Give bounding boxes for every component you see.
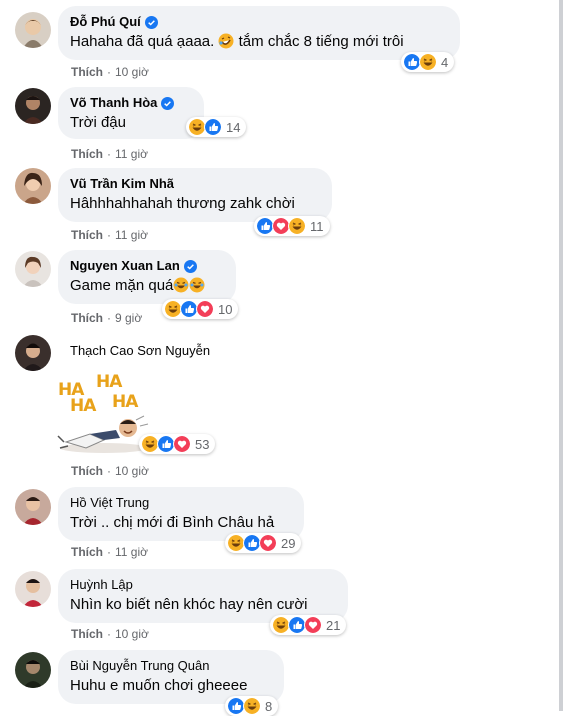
avatar[interactable] [15, 168, 51, 204]
haha-reaction-icon [288, 217, 306, 235]
reaction-summary[interactable]: 4 [401, 52, 455, 72]
verified-badge-icon [144, 15, 158, 29]
author-name[interactable]: Thạch Cao Sơn Nguyễn [70, 343, 210, 359]
love-reaction-icon [259, 534, 277, 552]
laughing-man-sticker-icon [57, 415, 149, 453]
comment-bubble: Nguyen Xuan Lan Game mặn quá [58, 250, 236, 304]
timestamp[interactable]: 11 giờ [115, 228, 148, 242]
comment-text: Game mặn quá [70, 277, 174, 294]
laughing-emoji-icon [173, 277, 189, 293]
comment-text: Trời .. chị mới đi Bình Châu hả [70, 514, 275, 531]
author-name[interactable]: Bùi Nguyễn Trung Quân [70, 658, 209, 674]
like-reaction-icon [204, 118, 222, 136]
reaction-count: 8 [265, 698, 273, 714]
author-name[interactable]: Võ Thanh Hòa [70, 95, 157, 111]
comment-meta: Thích · 10 giờ [71, 464, 149, 478]
reaction-count: 21 [326, 617, 341, 633]
comment-text: Hâhhhahhahah thương zahk chời [70, 195, 295, 212]
comment-text: Huhu e muốn chơi gheeee [70, 677, 248, 694]
avatar[interactable] [15, 88, 51, 124]
timestamp[interactable]: 9 giờ [115, 311, 142, 325]
scrollbar-track[interactable] [559, 0, 563, 711]
verified-badge-icon [183, 259, 197, 273]
comment-text: Trời đậu [70, 114, 126, 131]
comment-bubble: Võ Thanh Hòa Trời đậu [58, 87, 204, 139]
reaction-count: 11 [310, 218, 324, 234]
author-name[interactable]: Vũ Trần Kim Nhã [70, 176, 174, 192]
comment-bubble: Vũ Trần Kim Nhã Hâhhhahhahah thương zahk… [58, 168, 332, 222]
reaction-summary[interactable]: 14 [186, 117, 247, 137]
like-link[interactable]: Thích [71, 464, 103, 478]
reaction-count: 29 [281, 535, 296, 551]
reaction-summary[interactable]: 53 [139, 434, 216, 454]
comment-bubble: Đỗ Phú Quí Hahaha đã quá ạaaa. tắm chắc … [58, 6, 460, 60]
haha-reaction-icon [419, 53, 437, 71]
author-name[interactable]: Nguyen Xuan Lan [70, 258, 180, 274]
avatar[interactable] [15, 489, 51, 525]
haha-reaction-icon [243, 697, 261, 715]
reaction-count: 53 [195, 436, 210, 452]
like-link[interactable]: Thích [71, 545, 103, 559]
like-link[interactable]: Thích [71, 65, 103, 79]
sticker-text: HA [112, 392, 138, 412]
reaction-summary[interactable]: 21 [270, 615, 347, 635]
author-name[interactable]: Hồ Việt Trung [70, 495, 149, 511]
like-link[interactable]: Thích [71, 627, 103, 641]
avatar[interactable] [15, 335, 51, 371]
timestamp[interactable]: 11 giờ [115, 545, 148, 559]
timestamp[interactable]: 10 giờ [115, 65, 149, 79]
reaction-summary[interactable]: 10 [162, 299, 239, 319]
love-reaction-icon [173, 435, 191, 453]
comment-meta: Thích · 11 giờ [71, 545, 148, 559]
avatar[interactable] [15, 12, 51, 48]
haha-sticker[interactable]: HA HA HA HA [52, 372, 152, 454]
avatar[interactable] [15, 571, 51, 607]
avatar[interactable] [15, 652, 51, 688]
like-link[interactable]: Thích [71, 147, 103, 161]
timestamp[interactable]: 10 giờ [115, 464, 149, 478]
comment-text-after: tắm chắc 8 tiếng mới trôi [238, 33, 404, 50]
avatar[interactable] [15, 251, 51, 287]
timestamp[interactable]: 11 giờ [115, 147, 148, 161]
comment-text: Nhìn ko biết nên khóc hay nên cười [70, 596, 308, 613]
comment-meta: Thích · 9 giờ [71, 311, 143, 325]
love-reaction-icon [196, 300, 214, 318]
comment-meta: Thích · 10 giờ [71, 627, 149, 641]
reaction-count: 10 [218, 301, 233, 317]
reaction-count: 14 [226, 119, 241, 135]
comment-meta: Thích · 10 giờ [71, 65, 149, 79]
rolling-laughing-emoji-icon [218, 33, 234, 49]
timestamp[interactable]: 10 giờ [115, 627, 149, 641]
love-reaction-icon [304, 616, 322, 634]
author-name[interactable]: Đỗ Phú Quí [70, 14, 141, 30]
reaction-summary[interactable]: 11 [254, 216, 330, 236]
comment-meta: Thích · 11 giờ [71, 147, 148, 161]
reaction-summary[interactable]: 8 [225, 696, 279, 716]
comment-text: Hahaha đã quá ạaaa. [70, 33, 215, 50]
verified-badge-icon [161, 96, 175, 110]
laughing-emoji-icon [189, 277, 205, 293]
like-link[interactable]: Thích [71, 228, 103, 242]
sticker-text: HA [96, 372, 122, 392]
reaction-summary[interactable]: 29 [225, 533, 302, 553]
comment-meta: Thích · 11 giờ [71, 228, 148, 242]
reaction-count: 4 [441, 54, 449, 70]
author-name[interactable]: Huỳnh Lập [70, 577, 133, 593]
like-link[interactable]: Thích [71, 311, 103, 325]
